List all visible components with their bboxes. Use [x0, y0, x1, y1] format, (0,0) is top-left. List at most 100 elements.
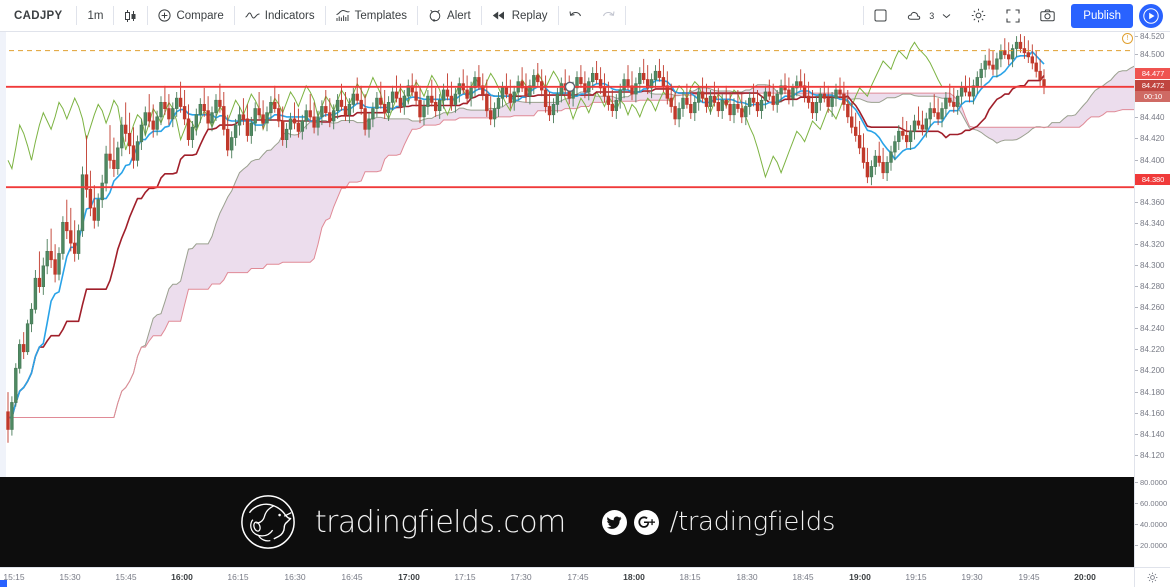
redo-button[interactable] — [593, 3, 624, 29]
saved-layouts-button[interactable]: 3 — [898, 3, 960, 29]
price-tick-label: 84.120 — [1140, 450, 1165, 460]
candle-body — [45, 250, 49, 267]
candle-body — [606, 95, 611, 105]
candle-body — [967, 91, 972, 97]
candle-body — [1042, 79, 1046, 88]
candle-body — [1038, 70, 1042, 80]
alert-label: Alert — [447, 9, 471, 22]
candle-body — [775, 93, 779, 105]
candle-body — [229, 137, 234, 151]
wave-icon — [245, 10, 260, 21]
alert-marker-icon[interactable]: ! — [1122, 33, 1133, 44]
candle-body — [14, 367, 18, 403]
undo-button[interactable] — [560, 3, 591, 29]
candle-body — [398, 97, 403, 107]
candle-body — [422, 106, 426, 118]
volume-scale[interactable]: 80.0000 60.0000 40.0000 20.0000 — [1134, 477, 1170, 567]
layout-button[interactable] — [865, 3, 896, 29]
toolbar-divider — [480, 6, 482, 25]
twitter-bird-icon — [601, 509, 627, 535]
fullscreen-button[interactable] — [997, 3, 1029, 29]
candle-body — [547, 106, 552, 116]
alert-button[interactable]: Alert — [419, 3, 480, 29]
candle-body — [999, 50, 1003, 60]
time-scale[interactable]: 15:15 15:30 15:45 16:00 16:15 16:30 16:45 17:00… — [0, 567, 1170, 587]
line-drag-handle[interactable] — [564, 81, 576, 92]
publish-label: Publish — [1083, 9, 1121, 22]
horizontal-line-price-badge[interactable]: 84.380 — [1135, 174, 1170, 185]
publish-button[interactable]: Publish — [1071, 3, 1133, 28]
symbol-label: CADJPY — [14, 9, 63, 22]
price-tick-label: 84.500 — [1140, 49, 1165, 59]
candle-body — [386, 102, 391, 114]
time-tick-label: 20:00 — [1074, 572, 1096, 582]
candle-body — [759, 99, 764, 112]
candle-body — [1018, 41, 1023, 49]
candle-body — [159, 102, 163, 118]
candle-body — [108, 153, 112, 161]
price-tick: 84.400 — [1135, 155, 1170, 165]
candle-body — [296, 122, 301, 132]
candle-body — [767, 91, 771, 97]
candle-body — [100, 182, 104, 201]
candle-body — [131, 145, 136, 161]
kumo-cloud-fill — [8, 66, 1134, 418]
candle-body — [382, 104, 387, 114]
candle-body — [846, 104, 850, 118]
chart-style-button[interactable] — [115, 3, 146, 29]
candle-body — [485, 93, 489, 112]
candle-body — [343, 106, 348, 116]
price-tick: 84.160 — [1135, 408, 1170, 418]
candle-body — [312, 116, 316, 128]
close-price-badge[interactable]: 84.472 — [1135, 80, 1170, 91]
candle-body — [854, 126, 858, 136]
candle-body — [277, 108, 281, 122]
indicators-button[interactable]: Indicators — [236, 3, 324, 29]
candle-body — [908, 130, 913, 143]
candle-body — [92, 207, 96, 221]
candle-body — [445, 89, 450, 97]
candle-body — [355, 93, 359, 101]
price-scale[interactable]: 84.520 84.500 84.440 84.420 84.400 84.360 84.3… — [1134, 32, 1170, 477]
templates-icon — [336, 9, 350, 22]
templates-button[interactable]: Templates — [327, 3, 416, 29]
price-tick-label: 84.180 — [1140, 387, 1165, 397]
snapshot-button[interactable] — [1031, 3, 1064, 29]
candle-body — [233, 124, 238, 138]
chart-canvas[interactable] — [0, 32, 1134, 477]
price-tick: 84.520 — [1135, 31, 1170, 41]
candle-body — [622, 79, 626, 91]
candle-body — [402, 95, 406, 107]
candle-body — [1014, 41, 1019, 49]
candle-body — [288, 118, 293, 130]
candle-body — [225, 128, 230, 151]
google-plus-icon — [633, 509, 659, 535]
last-price-badge[interactable]: 84.477 — [1135, 68, 1170, 79]
compare-button[interactable]: Compare — [149, 3, 232, 29]
candle-body — [174, 97, 179, 109]
candle-body — [591, 73, 595, 83]
candle-body — [265, 112, 269, 124]
replay-button[interactable]: Replay — [483, 3, 557, 29]
settings-button[interactable] — [962, 3, 995, 29]
toolbar-divider — [76, 6, 78, 25]
candle-body — [1007, 54, 1011, 60]
time-tick-label: 19:30 — [961, 572, 983, 582]
replay-icon — [492, 10, 507, 21]
timeframe-button[interactable]: 1m — [78, 3, 112, 29]
candle-body — [171, 108, 175, 120]
candle-body — [33, 277, 38, 310]
time-scale-settings-button[interactable] — [1134, 568, 1170, 587]
candle-body — [661, 77, 666, 87]
candle-body — [830, 97, 834, 107]
candle-body — [112, 159, 116, 170]
candle-body — [889, 151, 893, 163]
candle-body — [437, 99, 442, 112]
symbol-button[interactable]: CADJPY — [1, 3, 75, 29]
price-chart-svg — [0, 34, 1134, 443]
candle-body — [116, 147, 120, 170]
play-button[interactable] — [1139, 3, 1163, 28]
candle-body — [190, 126, 195, 140]
candle-body — [865, 161, 870, 178]
countdown-badge[interactable]: 00:10 — [1135, 91, 1170, 102]
